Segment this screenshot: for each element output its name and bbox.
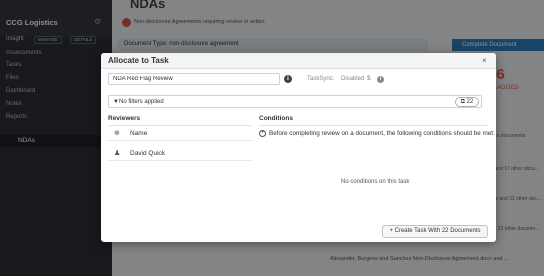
dialog-title: Allocate to Task <box>108 56 169 65</box>
task-name-input[interactable] <box>108 73 280 85</box>
reviewers-heading: Reviewers <box>108 115 141 122</box>
add-condition-icon[interactable]: + <box>259 130 266 137</box>
no-conditions-message: No conditions on this task <box>341 179 410 185</box>
reviewer-add-row[interactable]: ⊕ Name <box>108 127 252 141</box>
document-count-badge: ⧉ 22 <box>455 97 479 107</box>
dollar-icon[interactable]: $ <box>367 75 371 82</box>
conditions-heading: Conditions <box>259 115 293 122</box>
reviewer-name-header: Name <box>130 130 148 137</box>
filters-status: No filters applied <box>119 99 164 105</box>
info-icon[interactable]: i <box>284 75 292 83</box>
create-task-button[interactable]: + Create Task With 22 Documents <box>382 225 488 238</box>
tasksync-label: TaskSync: <box>307 76 335 82</box>
divider <box>259 125 488 126</box>
reviewer-name: David Quick <box>130 150 166 157</box>
reviewer-row[interactable]: ♟ David Quick <box>108 147 252 161</box>
allocate-task-dialog: Allocate to Task × i TaskSync: Disabled … <box>101 53 496 242</box>
document-count: 22 <box>466 99 474 105</box>
filters-bar[interactable]: ▼ No filters applied ⧉ 22 <box>108 95 482 108</box>
tasksync-status: Disabled <box>341 76 365 82</box>
divider <box>108 125 252 126</box>
conditions-prompt: Before completing review on a document, … <box>269 130 495 137</box>
info-icon[interactable]: i <box>377 76 384 83</box>
add-circle-icon[interactable]: ⊕ <box>114 129 120 137</box>
dialog-header: Allocate to Task × <box>101 53 496 69</box>
close-icon[interactable]: × <box>482 56 487 65</box>
user-icon: ♟ <box>114 150 121 157</box>
